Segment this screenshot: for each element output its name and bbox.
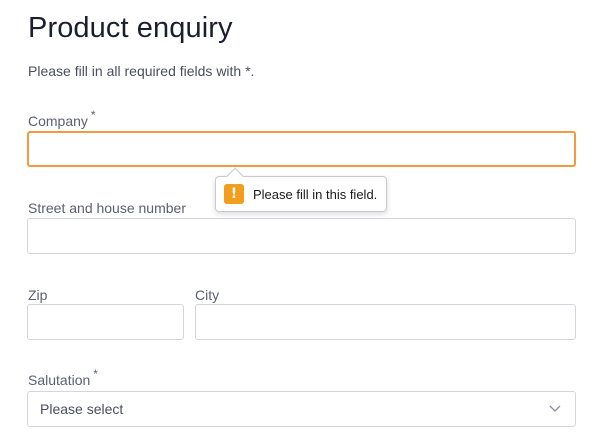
street-label-text: Street and house number: [28, 200, 186, 216]
required-asterisk: *: [93, 367, 98, 381]
salutation-selected-value: Please select: [40, 401, 124, 417]
validation-tooltip: ! Please fill in this field.: [215, 167, 387, 212]
salutation-select[interactable]: Please select: [27, 391, 576, 427]
street-label: Street and house number: [28, 200, 186, 216]
company-label: Company *: [28, 108, 96, 129]
product-enquiry-form: Product enquiry Please fill in all requi…: [0, 0, 596, 439]
validation-message: Please fill in this field.: [253, 186, 378, 202]
company-input[interactable]: [27, 131, 576, 167]
company-label-text: Company: [28, 113, 88, 129]
salutation-label: Salutation *: [28, 367, 98, 388]
city-label-text: City: [195, 287, 220, 303]
form-intro: Please fill in all required fields with …: [28, 63, 255, 79]
required-asterisk: *: [90, 108, 96, 122]
zip-label: Zip: [28, 287, 47, 303]
page-title: Product enquiry: [28, 12, 233, 44]
city-input[interactable]: [195, 304, 576, 340]
street-input[interactable]: [27, 218, 576, 254]
city-label: City: [195, 287, 219, 303]
zip-label-text: Zip: [28, 287, 48, 303]
tooltip-arrow: [226, 167, 244, 185]
zip-input[interactable]: [27, 304, 184, 340]
salutation-label-text: Salutation: [28, 372, 91, 388]
warning-icon: !: [224, 184, 244, 204]
chevron-down-icon: [547, 401, 563, 417]
